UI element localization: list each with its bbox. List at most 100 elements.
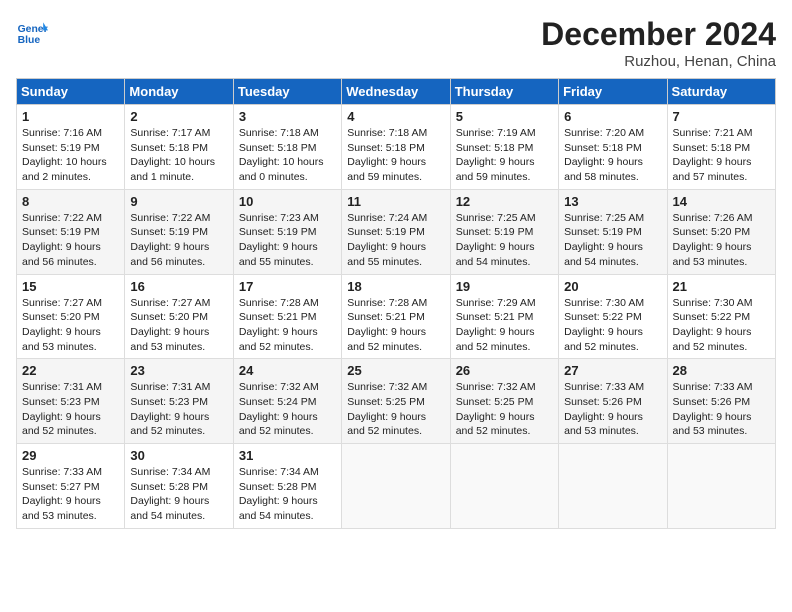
calendar-cell — [559, 444, 667, 529]
day-number: 30 — [130, 448, 227, 463]
day-number: 13 — [564, 194, 661, 209]
calendar-cell: 20 Sunrise: 7:30 AMSunset: 5:22 PMDaylig… — [559, 274, 667, 359]
calendar-header-row: SundayMondayTuesdayWednesdayThursdayFrid… — [17, 79, 776, 105]
page-header: General Blue December 2024 Ruzhou, Henan… — [16, 16, 776, 70]
day-info: Sunrise: 7:30 AMSunset: 5:22 PMDaylight:… — [564, 296, 661, 355]
day-info: Sunrise: 7:26 AMSunset: 5:20 PMDaylight:… — [673, 211, 770, 270]
col-header-sunday: Sunday — [17, 79, 125, 105]
day-number: 16 — [130, 279, 227, 294]
calendar-week-3: 15 Sunrise: 7:27 AMSunset: 5:20 PMDaylig… — [17, 274, 776, 359]
day-info: Sunrise: 7:24 AMSunset: 5:19 PMDaylight:… — [347, 211, 444, 270]
col-header-tuesday: Tuesday — [233, 79, 341, 105]
calendar-cell: 10 Sunrise: 7:23 AMSunset: 5:19 PMDaylig… — [233, 189, 341, 274]
day-info: Sunrise: 7:21 AMSunset: 5:18 PMDaylight:… — [673, 126, 770, 185]
day-number: 11 — [347, 194, 444, 209]
calendar-week-4: 22 Sunrise: 7:31 AMSunset: 5:23 PMDaylig… — [17, 359, 776, 444]
calendar-cell: 24 Sunrise: 7:32 AMSunset: 5:24 PMDaylig… — [233, 359, 341, 444]
calendar-cell: 3 Sunrise: 7:18 AMSunset: 5:18 PMDayligh… — [233, 105, 341, 190]
day-number: 15 — [22, 279, 119, 294]
calendar-cell: 2 Sunrise: 7:17 AMSunset: 5:18 PMDayligh… — [125, 105, 233, 190]
day-number: 4 — [347, 109, 444, 124]
day-info: Sunrise: 7:33 AMSunset: 5:26 PMDaylight:… — [673, 380, 770, 439]
col-header-saturday: Saturday — [667, 79, 775, 105]
calendar-cell: 25 Sunrise: 7:32 AMSunset: 5:25 PMDaylig… — [342, 359, 450, 444]
calendar-body: 1 Sunrise: 7:16 AMSunset: 5:19 PMDayligh… — [17, 105, 776, 529]
day-info: Sunrise: 7:32 AMSunset: 5:25 PMDaylight:… — [347, 380, 444, 439]
day-info: Sunrise: 7:16 AMSunset: 5:19 PMDaylight:… — [22, 126, 119, 185]
day-number: 17 — [239, 279, 336, 294]
day-number: 7 — [673, 109, 770, 124]
calendar-week-5: 29 Sunrise: 7:33 AMSunset: 5:27 PMDaylig… — [17, 444, 776, 529]
day-number: 22 — [22, 363, 119, 378]
day-number: 12 — [456, 194, 553, 209]
calendar-cell: 17 Sunrise: 7:28 AMSunset: 5:21 PMDaylig… — [233, 274, 341, 359]
day-info: Sunrise: 7:33 AMSunset: 5:26 PMDaylight:… — [564, 380, 661, 439]
calendar-cell: 30 Sunrise: 7:34 AMSunset: 5:28 PMDaylig… — [125, 444, 233, 529]
day-info: Sunrise: 7:28 AMSunset: 5:21 PMDaylight:… — [347, 296, 444, 355]
day-info: Sunrise: 7:29 AMSunset: 5:21 PMDaylight:… — [456, 296, 553, 355]
day-info: Sunrise: 7:34 AMSunset: 5:28 PMDaylight:… — [239, 465, 336, 524]
calendar-week-2: 8 Sunrise: 7:22 AMSunset: 5:19 PMDayligh… — [17, 189, 776, 274]
calendar-cell: 29 Sunrise: 7:33 AMSunset: 5:27 PMDaylig… — [17, 444, 125, 529]
calendar-cell: 9 Sunrise: 7:22 AMSunset: 5:19 PMDayligh… — [125, 189, 233, 274]
calendar-cell: 16 Sunrise: 7:27 AMSunset: 5:20 PMDaylig… — [125, 274, 233, 359]
title-block: December 2024 Ruzhou, Henan, China — [541, 16, 776, 70]
calendar-cell: 7 Sunrise: 7:21 AMSunset: 5:18 PMDayligh… — [667, 105, 775, 190]
day-number: 20 — [564, 279, 661, 294]
logo: General Blue — [16, 16, 48, 48]
calendar-cell — [342, 444, 450, 529]
day-info: Sunrise: 7:31 AMSunset: 5:23 PMDaylight:… — [130, 380, 227, 439]
location: Ruzhou, Henan, China — [541, 53, 776, 70]
col-header-friday: Friday — [559, 79, 667, 105]
day-info: Sunrise: 7:32 AMSunset: 5:25 PMDaylight:… — [456, 380, 553, 439]
day-number: 14 — [673, 194, 770, 209]
day-info: Sunrise: 7:27 AMSunset: 5:20 PMDaylight:… — [22, 296, 119, 355]
day-number: 18 — [347, 279, 444, 294]
day-number: 19 — [456, 279, 553, 294]
day-info: Sunrise: 7:34 AMSunset: 5:28 PMDaylight:… — [130, 465, 227, 524]
day-info: Sunrise: 7:23 AMSunset: 5:19 PMDaylight:… — [239, 211, 336, 270]
calendar-cell: 31 Sunrise: 7:34 AMSunset: 5:28 PMDaylig… — [233, 444, 341, 529]
calendar-cell: 4 Sunrise: 7:18 AMSunset: 5:18 PMDayligh… — [342, 105, 450, 190]
svg-text:Blue: Blue — [18, 35, 41, 46]
calendar-cell: 11 Sunrise: 7:24 AMSunset: 5:19 PMDaylig… — [342, 189, 450, 274]
day-info: Sunrise: 7:32 AMSunset: 5:24 PMDaylight:… — [239, 380, 336, 439]
day-number: 24 — [239, 363, 336, 378]
calendar-cell: 8 Sunrise: 7:22 AMSunset: 5:19 PMDayligh… — [17, 189, 125, 274]
day-number: 10 — [239, 194, 336, 209]
calendar-cell: 5 Sunrise: 7:19 AMSunset: 5:18 PMDayligh… — [450, 105, 558, 190]
month-title: December 2024 — [541, 16, 776, 53]
day-info: Sunrise: 7:25 AMSunset: 5:19 PMDaylight:… — [456, 211, 553, 270]
calendar-cell: 14 Sunrise: 7:26 AMSunset: 5:20 PMDaylig… — [667, 189, 775, 274]
calendar-week-1: 1 Sunrise: 7:16 AMSunset: 5:19 PMDayligh… — [17, 105, 776, 190]
day-info: Sunrise: 7:18 AMSunset: 5:18 PMDaylight:… — [347, 126, 444, 185]
calendar-cell: 18 Sunrise: 7:28 AMSunset: 5:21 PMDaylig… — [342, 274, 450, 359]
day-number: 23 — [130, 363, 227, 378]
calendar-cell: 13 Sunrise: 7:25 AMSunset: 5:19 PMDaylig… — [559, 189, 667, 274]
calendar-cell: 22 Sunrise: 7:31 AMSunset: 5:23 PMDaylig… — [17, 359, 125, 444]
calendar-cell: 21 Sunrise: 7:30 AMSunset: 5:22 PMDaylig… — [667, 274, 775, 359]
col-header-monday: Monday — [125, 79, 233, 105]
calendar-cell: 6 Sunrise: 7:20 AMSunset: 5:18 PMDayligh… — [559, 105, 667, 190]
calendar-table: SundayMondayTuesdayWednesdayThursdayFrid… — [16, 78, 776, 529]
day-info: Sunrise: 7:20 AMSunset: 5:18 PMDaylight:… — [564, 126, 661, 185]
calendar-cell: 15 Sunrise: 7:27 AMSunset: 5:20 PMDaylig… — [17, 274, 125, 359]
day-info: Sunrise: 7:28 AMSunset: 5:21 PMDaylight:… — [239, 296, 336, 355]
day-info: Sunrise: 7:33 AMSunset: 5:27 PMDaylight:… — [22, 465, 119, 524]
day-info: Sunrise: 7:22 AMSunset: 5:19 PMDaylight:… — [130, 211, 227, 270]
day-info: Sunrise: 7:17 AMSunset: 5:18 PMDaylight:… — [130, 126, 227, 185]
day-number: 3 — [239, 109, 336, 124]
calendar-cell: 1 Sunrise: 7:16 AMSunset: 5:19 PMDayligh… — [17, 105, 125, 190]
calendar-cell: 23 Sunrise: 7:31 AMSunset: 5:23 PMDaylig… — [125, 359, 233, 444]
calendar-cell: 19 Sunrise: 7:29 AMSunset: 5:21 PMDaylig… — [450, 274, 558, 359]
day-number: 25 — [347, 363, 444, 378]
day-number: 1 — [22, 109, 119, 124]
day-number: 6 — [564, 109, 661, 124]
day-number: 9 — [130, 194, 227, 209]
day-info: Sunrise: 7:18 AMSunset: 5:18 PMDaylight:… — [239, 126, 336, 185]
day-number: 21 — [673, 279, 770, 294]
day-number: 31 — [239, 448, 336, 463]
calendar-cell: 26 Sunrise: 7:32 AMSunset: 5:25 PMDaylig… — [450, 359, 558, 444]
day-info: Sunrise: 7:22 AMSunset: 5:19 PMDaylight:… — [22, 211, 119, 270]
col-header-wednesday: Wednesday — [342, 79, 450, 105]
